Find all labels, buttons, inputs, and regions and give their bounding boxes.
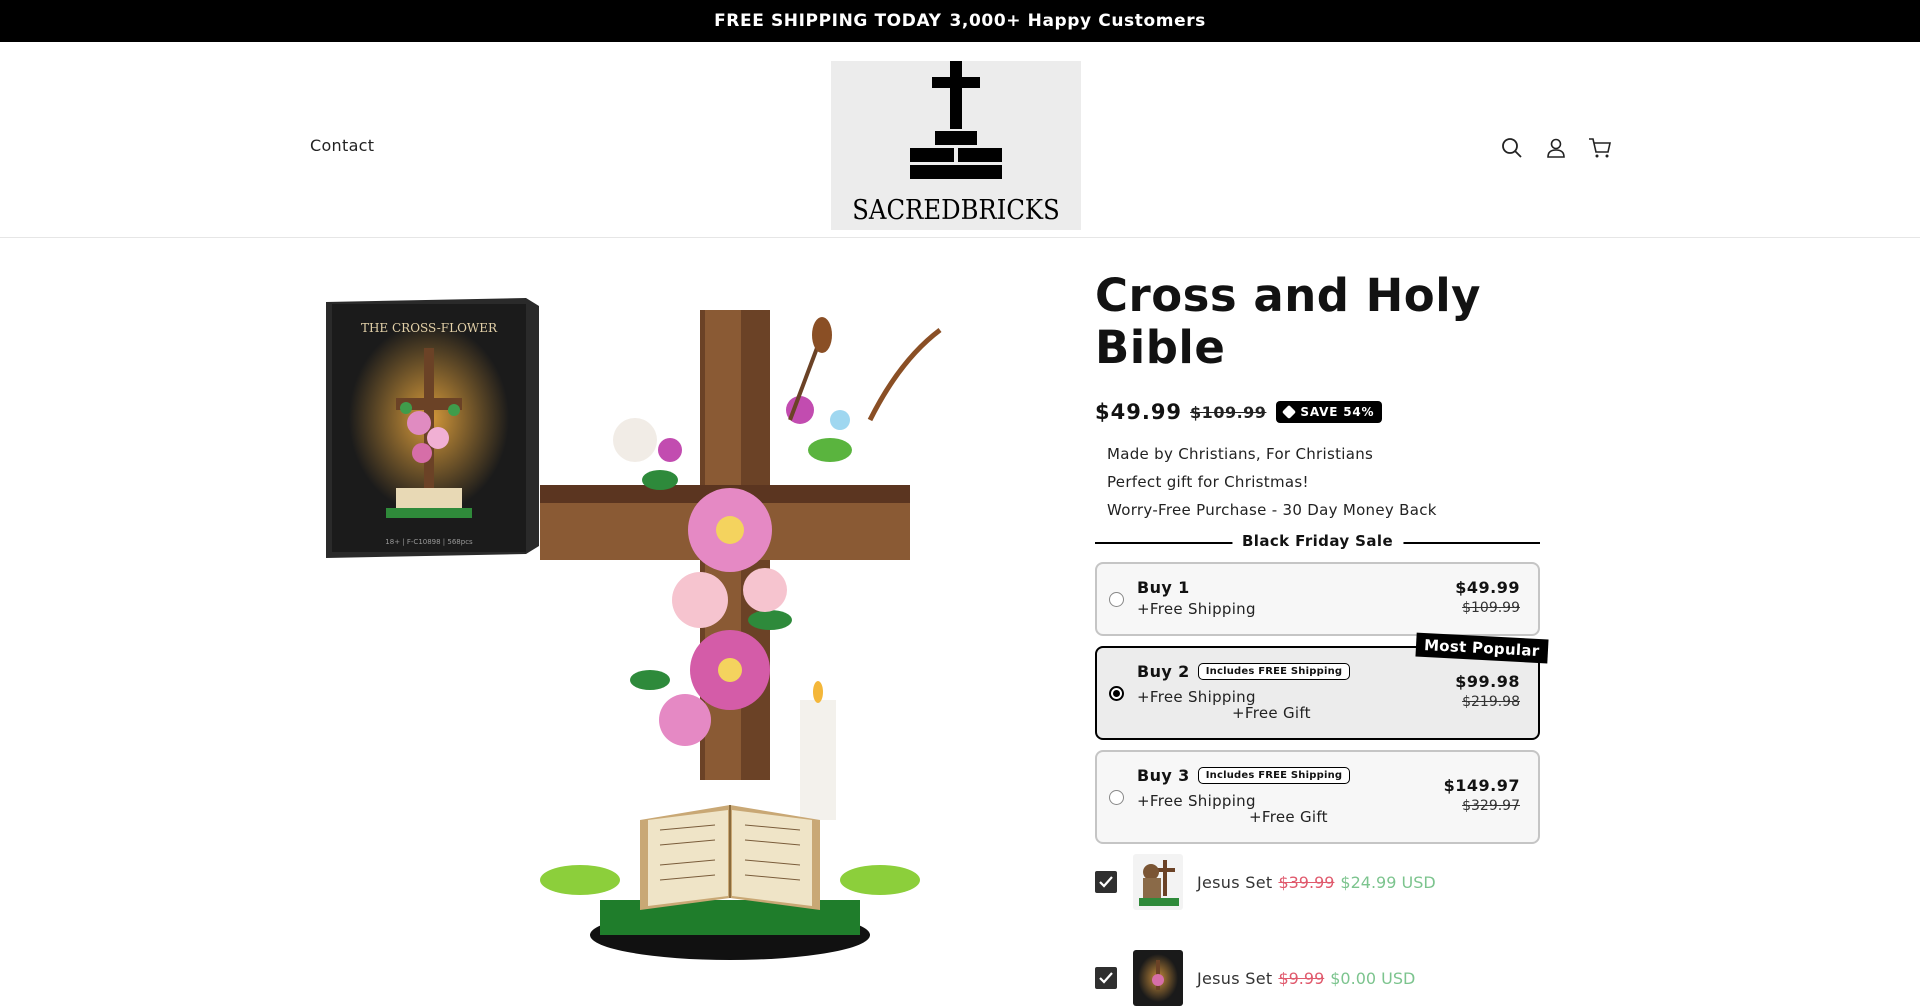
price-row: $49.99 $109.99 SAVE 54% [1095, 400, 1540, 424]
bundle-title: Buy 3 Includes FREE Shipping [1137, 766, 1351, 785]
product-title: Cross and Holy Bible [1095, 269, 1481, 374]
bundle-compare-price: $329.97 [1462, 798, 1520, 814]
site-header: Contact SACREDBRICKS [0, 42, 1920, 238]
bundle-shipping: +Free Shipping [1137, 600, 1256, 618]
nav-link-contact[interactable]: Contact [310, 136, 374, 155]
product-gallery[interactable]: THE CROSS-FLOWER 18+ | F-C10898 | 568pcs [310, 270, 1010, 993]
save-badge: SAVE 54% [1276, 401, 1383, 423]
box-title: THE CROSS-FLOWER [361, 321, 498, 335]
addon-old-price: $39.99 [1278, 872, 1335, 892]
account-icon[interactable] [1542, 134, 1570, 162]
save-badge-label: SAVE 54% [1300, 405, 1375, 419]
bundle-title: Buy 2 Includes FREE Shipping [1137, 662, 1351, 681]
sale-divider: Black Friday Sale [1095, 532, 1540, 552]
bundle-gift: +Free Gift [1249, 808, 1328, 826]
free-shipping-badge: Includes FREE Shipping [1197, 663, 1351, 680]
bundle-title-text: Buy 1 [1137, 578, 1190, 597]
bundle-title-text: Buy 3 [1137, 766, 1190, 785]
bundle-option-buy-2[interactable]: Buy 2 Includes FREE Shipping +Free Shipp… [1095, 632, 1549, 740]
search-icon[interactable] [1498, 134, 1526, 162]
box-footer: 18+ | F-C10898 | 568pcs [385, 538, 473, 546]
product-bullets: Made by Christians, For Christians Perfe… [1107, 440, 1540, 524]
bullet-item: Worry-Free Purchase - 30 Day Money Back [1107, 501, 1437, 519]
bundle-shipping: +Free Shipping [1137, 792, 1256, 810]
bundle-compare-price: $109.99 [1462, 600, 1520, 616]
announcement-shipping: FREE SHIPPING TODAY [714, 11, 942, 31]
addon-name: Jesus Set [1197, 872, 1273, 892]
bundle-option-buy-1[interactable]: Buy 1 +Free Shipping $49.99 $109.99 [1095, 562, 1540, 636]
checkmark-icon [1099, 876, 1113, 888]
addon-new-price: $24.99 USD [1340, 872, 1436, 892]
bundle-price: $149.97 [1443, 776, 1520, 795]
product-price: $49.99 [1095, 400, 1183, 424]
addon-item: Jesus Set $39.99 $24.99 USD [1095, 854, 1436, 910]
addon-item: Jesus Set $9.99 $0.00 USD [1095, 950, 1415, 1006]
bundle-title: Buy 1 [1137, 578, 1190, 597]
addon-thumbnail[interactable] [1133, 854, 1183, 910]
announcement-customers: 3,000+ Happy Customers [949, 11, 1206, 31]
bundle-price: $99.98 [1455, 672, 1520, 691]
addon-old-price: $9.99 [1278, 968, 1325, 988]
checkmark-icon [1099, 972, 1113, 984]
bundle-radio[interactable] [1109, 686, 1124, 701]
tag-icon [1282, 404, 1297, 420]
bundle-title-text: Buy 2 [1137, 662, 1190, 681]
addon-checkbox[interactable] [1095, 967, 1117, 989]
bullet-item: Perfect gift for Christmas! [1107, 473, 1309, 491]
bundle-radio[interactable] [1109, 592, 1124, 607]
addon-thumbnail[interactable] [1133, 950, 1183, 1006]
most-popular-badge: Most Popular [1415, 632, 1549, 664]
addon-checkbox[interactable] [1095, 871, 1117, 893]
bundle-price: $49.99 [1455, 578, 1520, 597]
bundle-gift: +Free Gift [1232, 704, 1311, 722]
addon-name: Jesus Set [1197, 968, 1273, 988]
bundle-compare-price: $219.98 [1462, 694, 1520, 710]
bundle-radio[interactable] [1109, 790, 1124, 805]
announcement-bar: FREE SHIPPING TODAY 3,000+ Happy Custome… [0, 0, 1920, 42]
product-info: Cross and Holy Bible $49.99 $109.99 SAVE… [1095, 269, 1549, 844]
bullet-item: Made by Christians, For Christians [1107, 445, 1374, 463]
cart-icon[interactable] [1586, 134, 1614, 162]
product-box-image[interactable]: THE CROSS-FLOWER 18+ | F-C10898 | 568pcs [326, 298, 539, 558]
bundle-option-buy-3[interactable]: Buy 3 Includes FREE Shipping +Free Shipp… [1095, 750, 1540, 844]
site-logo[interactable]: SACREDBRICKS [831, 61, 1081, 230]
sale-heading: Black Friday Sale [1231, 532, 1404, 550]
logo-wordmark: SACREDBRICKS [852, 195, 1060, 226]
product-compare-price: $109.99 [1190, 402, 1267, 422]
product-main-image[interactable] [540, 300, 960, 980]
free-shipping-badge: Includes FREE Shipping [1197, 767, 1351, 784]
cross-logo-icon [910, 61, 1002, 179]
addon-new-price: $0.00 USD [1330, 968, 1416, 988]
